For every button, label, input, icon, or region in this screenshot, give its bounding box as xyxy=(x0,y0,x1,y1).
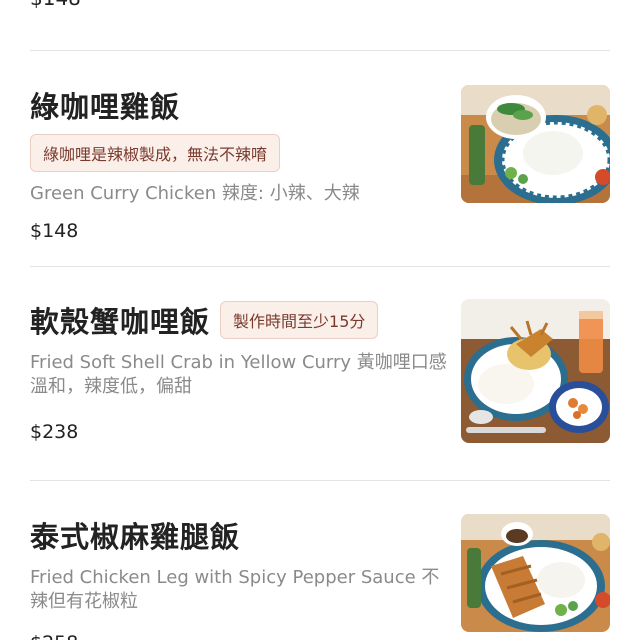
prev-item-price: $148 xyxy=(30,0,81,10)
item-price: $148 xyxy=(30,220,79,242)
item-description: Green Curry Chicken 辣度: 小辣、大辣 xyxy=(30,183,360,204)
menu-item-green-curry-chicken[interactable]: 綠咖哩雞飯 綠咖哩是辣椒製成，無法不辣唷 Green Curry Chicken… xyxy=(0,84,640,254)
title-row: 軟殼蟹咖哩飯 製作時間至少15分 xyxy=(30,299,450,341)
item-title: 泰式椒麻雞腿飯 xyxy=(30,520,241,554)
item-description: Fried Chicken Leg with Spicy Pepper Sauc… xyxy=(30,567,440,612)
menu-item-info: 泰式椒麻雞腿飯 Fried Chicken Leg with Spicy Pep… xyxy=(30,514,450,614)
title-row: 綠咖哩雞飯 xyxy=(30,84,450,126)
divider xyxy=(30,50,610,51)
menu-item-soft-shell-crab-curry[interactable]: 軟殼蟹咖哩飯 製作時間至少15分 Fried Soft Shell Crab i… xyxy=(0,299,640,459)
green-curry-chicken-photo[interactable] xyxy=(461,85,610,203)
title-row: 泰式椒麻雞腿飯 xyxy=(30,514,450,556)
menu-list: $148 綠咖哩雞飯 綠咖哩是辣椒製成，無法不辣唷 Green Curry Ch… xyxy=(0,0,640,640)
item-title: 軟殼蟹咖哩飯 xyxy=(30,305,211,339)
divider xyxy=(30,266,610,267)
item-price: $258 xyxy=(30,632,78,640)
soft-shell-crab-curry-photo[interactable] xyxy=(461,299,610,443)
spicy-pepper-chicken-photo[interactable] xyxy=(461,514,610,632)
item-price: $238 xyxy=(30,421,79,443)
item-title: 綠咖哩雞飯 xyxy=(30,90,181,124)
menu-item-spicy-pepper-chicken[interactable]: 泰式椒麻雞腿飯 Fried Chicken Leg with Spicy Pep… xyxy=(0,514,640,640)
menu-item-info: 綠咖哩雞飯 綠咖哩是辣椒製成，無法不辣唷 Green Curry Chicken… xyxy=(30,84,450,206)
menu-item-info: 軟殼蟹咖哩飯 製作時間至少15分 Fried Soft Shell Crab i… xyxy=(30,299,450,399)
item-description: Fried Soft Shell Crab in Yellow Curry 黃咖… xyxy=(30,352,447,397)
item-note-badge: 綠咖哩是辣椒製成，無法不辣唷 xyxy=(30,134,281,172)
divider xyxy=(30,480,610,481)
item-note-badge: 製作時間至少15分 xyxy=(220,301,379,339)
